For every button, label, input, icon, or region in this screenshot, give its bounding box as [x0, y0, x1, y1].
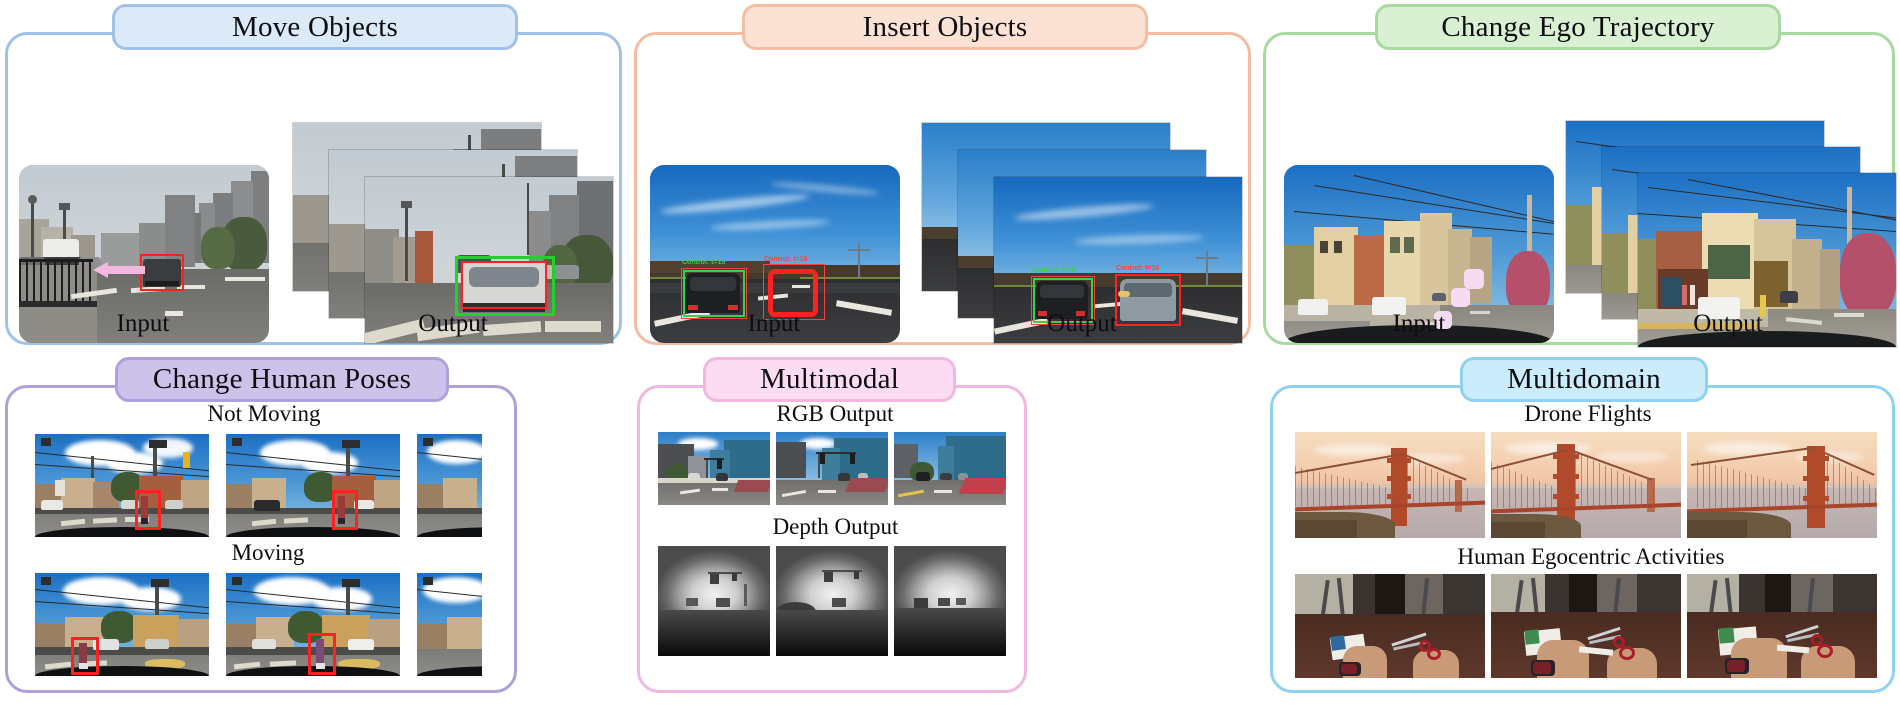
- ego-control-chip-2: [1451, 288, 1470, 307]
- human-pose-frame-nm-2: [226, 434, 400, 537]
- ego-input-caption: Input: [1392, 310, 1446, 337]
- egocentric-frame-2: [1491, 574, 1681, 678]
- human-pose-frame-mv-2: [226, 573, 400, 676]
- multidomain-row1-label: Drone Flights: [1524, 401, 1652, 426]
- control-label-t16-output: Control: t=16: [1116, 265, 1160, 272]
- input-bbox-red: [140, 254, 184, 291]
- title-change-ego-trajectory: Change Ego Trajectory: [1441, 10, 1715, 43]
- control-label-t15: Control: t=15: [682, 259, 726, 266]
- badge-change-ego-trajectory: Change Ego Trajectory: [1375, 4, 1781, 50]
- control-label-t16: Control: t=16: [764, 256, 808, 263]
- pose-bbox-mv-1: [71, 637, 99, 675]
- egocentric-frame-3: [1687, 574, 1877, 678]
- human-poses-row2-label: Moving: [231, 540, 305, 565]
- control-label-t15-output: Control: t=15: [1032, 267, 1076, 274]
- drone-frame-2: [1491, 432, 1681, 538]
- badge-insert-objects: Insert Objects: [742, 4, 1148, 50]
- egocentric-frame-1: [1295, 574, 1485, 678]
- move-objects-input-caption: Input: [116, 310, 170, 337]
- human-poses-row1-label: Not Moving: [207, 401, 321, 426]
- pose-bbox-mv-2: [308, 633, 336, 675]
- multimodal-row2-label: Depth Output: [772, 514, 899, 539]
- insert-objects-output-caption: Output: [1047, 310, 1117, 337]
- human-pose-frame-mv-3: [417, 573, 482, 676]
- move-objects-output-caption: Output: [418, 310, 488, 337]
- multimodal-depth-3: [894, 546, 1006, 656]
- ego-control-chip-1: [1464, 269, 1484, 289]
- multimodal-rgb-2: [776, 432, 888, 505]
- multimodal-rgb-3: [894, 432, 1006, 505]
- multidomain-row2-label: Human Egocentric Activities: [1457, 544, 1725, 569]
- title-insert-objects: Insert Objects: [862, 10, 1028, 43]
- panel-multidomain: Drone Flights Human Egocentric Activitie…: [1270, 385, 1895, 693]
- drone-frame-1: [1295, 432, 1485, 538]
- ego-output-caption: Output: [1693, 310, 1763, 337]
- badge-multidomain: Multidomain: [1460, 357, 1708, 402]
- panel-multimodal: RGB Output Depth Output: [637, 385, 1027, 693]
- multimodal-depth-1: [658, 546, 770, 656]
- badge-change-human-poses: Change Human Poses: [115, 357, 449, 402]
- panel-change-human-poses: Not Moving Moving: [5, 385, 517, 693]
- human-pose-frame-nm-3: [417, 434, 482, 537]
- pose-bbox-nm-2: [332, 490, 358, 530]
- output-bbox-red: [461, 261, 547, 309]
- multimodal-depth-2: [776, 546, 888, 656]
- move-direction-arrow: [93, 262, 145, 278]
- multimodal-row1-label: RGB Output: [776, 401, 894, 426]
- panel-move-objects: Input Output: [5, 32, 622, 345]
- title-move-objects: Move Objects: [232, 10, 398, 43]
- drone-frame-3: [1687, 432, 1877, 538]
- multimodal-rgb-1: [658, 432, 770, 505]
- title-change-human-poses: Change Human Poses: [152, 363, 412, 395]
- insert-objects-input-caption: Input: [747, 310, 801, 337]
- title-multimodal: Multimodal: [760, 363, 899, 395]
- badge-multimodal: Multimodal: [703, 357, 956, 402]
- human-pose-frame-nm-1: [35, 434, 209, 537]
- human-pose-frame-mv-1: [35, 573, 209, 676]
- panel-change-ego-trajectory: Input Output: [1263, 32, 1896, 347]
- title-multidomain: Multidomain: [1507, 363, 1661, 395]
- badge-move-objects: Move Objects: [112, 4, 518, 50]
- pose-bbox-nm-1: [135, 490, 161, 530]
- panel-insert-objects: Control: t=15 Control: t=16 Control: t=1…: [634, 32, 1251, 345]
